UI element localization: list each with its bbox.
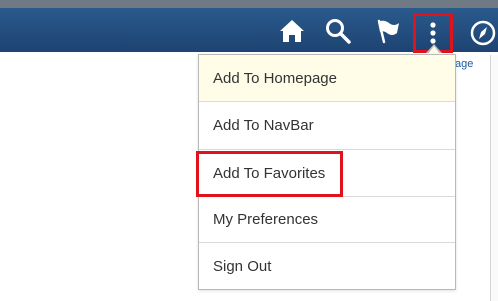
- menu-item-label: Sign Out: [213, 257, 272, 275]
- navbar-button[interactable]: [468, 18, 498, 48]
- menu-item-add-to-favorites[interactable]: Add To Favorites: [199, 150, 455, 197]
- menu-item-label: Add To Homepage: [213, 69, 337, 87]
- menu-item-add-to-homepage[interactable]: Add To Homepage: [199, 55, 455, 102]
- scrollbar[interactable]: [490, 55, 498, 301]
- search-button[interactable]: [323, 16, 353, 46]
- notifications-button[interactable]: [373, 16, 403, 46]
- vertical-ellipsis-icon: [430, 22, 436, 44]
- menu-caret-inner: [428, 46, 440, 54]
- browser-top-strip: [0, 0, 498, 8]
- actions-menu: Add To Homepage Add To NavBar Add To Fav…: [198, 54, 456, 290]
- menu-item-label: Add To Favorites: [213, 164, 326, 182]
- menu-item-label: My Preferences: [213, 211, 319, 228]
- flag-icon: [377, 19, 399, 44]
- compass-icon: [470, 20, 496, 46]
- menu-item-add-to-navbar[interactable]: Add To NavBar: [199, 102, 455, 150]
- home-icon: [280, 20, 304, 42]
- search-icon: [326, 19, 351, 44]
- menu-item-my-preferences[interactable]: My Preferences: [199, 197, 455, 243]
- home-button[interactable]: [277, 16, 307, 46]
- menu-item-label: Add To NavBar: [213, 117, 314, 134]
- menu-item-sign-out[interactable]: Sign Out: [199, 243, 455, 289]
- page-link-partial[interactable]: age: [455, 58, 473, 70]
